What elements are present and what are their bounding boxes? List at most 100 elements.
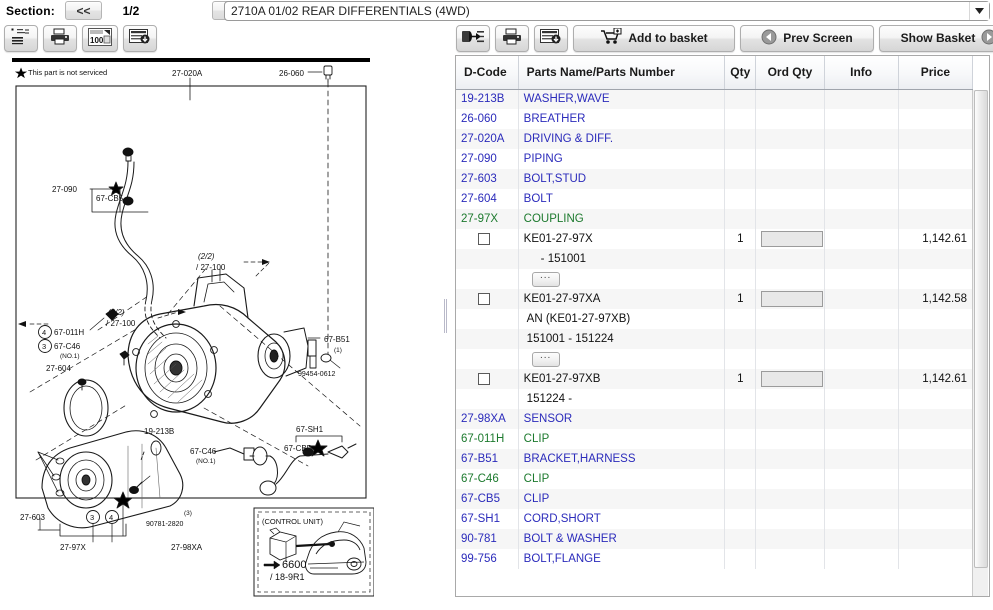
cell-dcode[interactable]: 27-020A xyxy=(456,129,519,149)
table-row[interactable]: AN (KE01-27-97XB) xyxy=(456,309,974,329)
table-row[interactable]: 27-020A DRIVING & DIFF. xyxy=(456,129,974,149)
table-row[interactable]: 67-SH1 CORD,SHORT xyxy=(456,509,974,529)
column-header-dcode[interactable]: D-Code xyxy=(456,56,519,90)
print-diagram-button[interactable] xyxy=(43,24,77,52)
table-row[interactable]: 99-756 BOLT,FLANGE xyxy=(456,549,974,569)
cell-parts-name[interactable]: BRACKET,HARNESS xyxy=(518,449,726,469)
table-row[interactable]: 90-781 BOLT & WASHER xyxy=(456,529,974,549)
scrollbar-thumb[interactable] xyxy=(974,90,988,568)
cell-parts-name[interactable]: DRIVING & DIFF. xyxy=(518,129,726,149)
list-view-button[interactable] xyxy=(4,24,38,52)
more-options-button[interactable]: ... xyxy=(531,271,560,287)
cell-parts-name[interactable]: CLIP xyxy=(518,429,726,449)
cell-price xyxy=(898,509,974,529)
save-list-button[interactable] xyxy=(123,24,157,52)
order-qty-input[interactable] xyxy=(761,231,824,247)
cell-dcode[interactable]: 27-090 xyxy=(456,149,519,169)
cell-parts-name[interactable]: COUPLING xyxy=(518,209,726,229)
cell-parts-name: KE01-27-97X xyxy=(518,229,726,249)
cell-dcode[interactable]: 67-011H xyxy=(456,429,519,449)
cell-parts-name[interactable]: CLIP xyxy=(518,489,726,509)
add-to-basket-button[interactable]: Add to basket xyxy=(573,24,735,52)
parts-diagram-svg[interactable]: This part is not serviced 27-020A 26-060… xyxy=(8,56,374,602)
column-header-qty[interactable]: Qty xyxy=(724,56,757,90)
row-checkbox[interactable] xyxy=(478,292,491,305)
table-row[interactable]: - 151001 xyxy=(456,249,974,269)
cell-dcode[interactable]: 26-060 xyxy=(456,109,519,129)
order-qty-input[interactable] xyxy=(761,371,824,387)
print-parts-button[interactable] xyxy=(495,24,529,52)
column-header-parts-name[interactable]: Parts Name/Parts Number xyxy=(518,56,726,90)
control-unit-inset: (CONTROL UNIT) 6600 / 18-9R1 xyxy=(253,507,374,597)
table-row[interactable]: KE01-27-97XB 1 1,142.61 xyxy=(456,369,974,389)
order-qty-input[interactable] xyxy=(761,291,824,307)
table-row[interactable]: 27-98XA SENSOR xyxy=(456,409,974,429)
parts-diagram[interactable]: This part is not serviced 27-020A 26-060… xyxy=(8,56,374,602)
cell-price: 1,142.58 xyxy=(898,289,974,309)
cell-dcode[interactable]: 99-756 xyxy=(456,549,519,569)
cell-ord-qty[interactable] xyxy=(755,369,825,389)
table-body: 19-213B WASHER,WAVE 26-060 BREATHER 27-020A D… xyxy=(456,89,974,569)
parts-grid-scrollbar[interactable] xyxy=(972,90,988,596)
cell-parts-name[interactable]: SENSOR xyxy=(518,409,726,429)
table-row[interactable]: 26-060 BREATHER xyxy=(456,109,974,129)
section-combobox[interactable]: 2710A 01/02 REAR DIFFERENTIALS (4WD) xyxy=(224,1,990,21)
cell-parts-name[interactable]: CLIP xyxy=(518,469,726,489)
section-prev-button[interactable]: << xyxy=(64,1,102,20)
column-header-info[interactable]: Info xyxy=(824,56,899,90)
cell-ord-qty[interactable] xyxy=(755,229,825,249)
table-row[interactable]: ... xyxy=(456,269,974,289)
cell-dcode[interactable]: 19-213B xyxy=(456,89,519,109)
table-row[interactable]: KE01-27-97XA 1 1,142.58 xyxy=(456,289,974,309)
cell-dcode[interactable]: 27-604 xyxy=(456,189,519,209)
cell-parts-name[interactable]: BOLT,FLANGE xyxy=(518,549,726,569)
cell-dcode[interactable]: 67-C46 xyxy=(456,469,519,489)
table-row[interactable]: 151001 - 151224 xyxy=(456,329,974,349)
callout-circle-4b: 4 xyxy=(109,513,113,522)
cell-dcode[interactable]: 27-603 xyxy=(456,169,519,189)
cell-parts-name[interactable]: BOLT xyxy=(518,189,726,209)
table-row[interactable]: ... xyxy=(456,349,974,369)
cell-parts-name[interactable]: CORD,SHORT xyxy=(518,509,726,529)
table-row[interactable]: 19-213B WASHER,WAVE xyxy=(456,89,974,109)
table-row[interactable]: 27-090 PIPING xyxy=(456,149,974,169)
cell-dcode[interactable]: 27-98XA xyxy=(456,409,519,429)
table-row[interactable]: KE01-27-97X 1 1,142.61 xyxy=(456,229,974,249)
table-row[interactable]: 27-97X COUPLING xyxy=(456,209,974,229)
cell-ord-qty[interactable] xyxy=(755,289,825,309)
save-parts-list-button[interactable] xyxy=(534,24,568,52)
cell-parts-name[interactable]: BREATHER xyxy=(518,109,726,129)
more-options-button[interactable]: ... xyxy=(531,351,560,367)
chevron-down-icon[interactable] xyxy=(969,2,989,20)
cell-parts-name[interactable]: BOLT & WASHER xyxy=(518,529,726,549)
transfer-to-list-button[interactable] xyxy=(456,24,490,52)
cell-dcode[interactable]: 67-CB5 xyxy=(456,489,519,509)
table-row[interactable]: 67-B51 BRACKET,HARNESS xyxy=(456,449,974,469)
table-row[interactable]: 27-603 BOLT,STUD xyxy=(456,169,974,189)
cell-dcode[interactable]: 27-97X xyxy=(456,209,519,229)
cell-parts-name[interactable]: BOLT,STUD xyxy=(518,169,726,189)
row-checkbox[interactable] xyxy=(478,232,491,245)
cell-parts-name[interactable]: PIPING xyxy=(518,149,726,169)
cell-parts-name[interactable]: WASHER,WAVE xyxy=(518,89,726,109)
cell-expand[interactable]: ... xyxy=(518,349,726,369)
table-row[interactable]: 67-C46 CLIP xyxy=(456,469,974,489)
cell-expand[interactable]: ... xyxy=(518,269,726,289)
cell-dcode[interactable]: 67-B51 xyxy=(456,449,519,469)
prev-screen-button[interactable]: Prev Screen xyxy=(740,24,874,52)
callout-67-SH1: 67-SH1 xyxy=(296,425,324,434)
row-checkbox[interactable] xyxy=(478,372,491,385)
show-basket-button[interactable]: Show Basket xyxy=(879,24,993,52)
panel-splitter-handle[interactable] xyxy=(441,22,451,610)
column-header-price[interactable]: Price xyxy=(898,56,974,90)
table-row[interactable]: 151224 - xyxy=(456,389,974,409)
cell-dcode[interactable]: 67-SH1 xyxy=(456,509,519,529)
cell-dcode[interactable]: 90-781 xyxy=(456,529,519,549)
table-row[interactable]: 27-604 BOLT xyxy=(456,189,974,209)
parts-grid[interactable]: D-Code Parts Name/Parts Number Qty Ord Q… xyxy=(455,55,990,597)
cell-ord-qty xyxy=(755,449,825,469)
table-row[interactable]: 67-CB5 CLIP xyxy=(456,489,974,509)
table-row[interactable]: 67-011H CLIP xyxy=(456,429,974,449)
zoom-100-button[interactable]: 100 xyxy=(82,24,118,52)
column-header-ord-qty[interactable]: Ord Qty xyxy=(755,56,825,90)
